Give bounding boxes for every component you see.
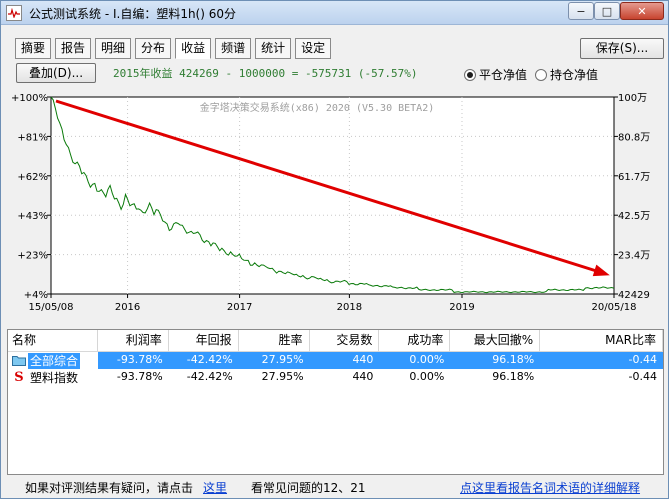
cell-max-drawdown: 96.18%	[492, 370, 535, 383]
equity-mode-radio-group: 平仓净值 持仓净值	[464, 66, 606, 83]
right-tick-label: 23.4万	[618, 251, 650, 262]
radio-flat-dot[interactable]	[464, 68, 476, 81]
left-tick-label: +23%	[17, 251, 48, 262]
left-tick-label: +4%	[24, 290, 48, 301]
col-annual-return[interactable]: 年回报	[169, 330, 239, 352]
tab-report[interactable]: 报告	[55, 38, 92, 59]
col-mar-ratio[interactable]: MAR比率	[540, 330, 663, 352]
row-name-label: 全部综合	[28, 352, 81, 369]
here-link[interactable]: 这里	[203, 479, 227, 496]
right-tick-label: 42429	[618, 290, 650, 301]
radio-hold-equity[interactable]: 持仓净值	[535, 66, 598, 83]
app-icon	[6, 5, 22, 21]
cell-success-rate: 0.00%	[409, 370, 445, 383]
col-trades[interactable]: 交易数	[310, 330, 380, 352]
left-tick-label: +43%	[17, 211, 48, 222]
table-header: 名称 利润率 年回报 胜率 交易数 成功率 最大回撤% MAR比率	[8, 330, 663, 352]
maximize-button[interactable]: □	[594, 2, 620, 20]
x-tick-label: 15/05/08	[29, 302, 74, 313]
tab-settings[interactable]: 设定	[295, 38, 332, 59]
x-tick-label: 2019	[449, 302, 474, 313]
chart-watermark: 金字塔决策交易系统(x86) 2020 (V5.30 BETA2)	[200, 101, 435, 114]
x-tick-label: 2017	[227, 302, 252, 313]
folder-icon	[12, 356, 26, 366]
left-tick-label: +81%	[17, 132, 48, 143]
tab-summary[interactable]: 摘要	[15, 38, 52, 59]
tab-distribution[interactable]: 分布	[135, 38, 172, 59]
right-tick-label: 80.8万	[618, 132, 650, 143]
x-tick-label: 2018	[337, 302, 362, 313]
cell-annual-return: -42.42%	[168, 352, 239, 369]
right-tick-label: 61.7万	[618, 172, 650, 183]
x-tick-label: 20/05/18	[592, 302, 637, 313]
overlay-button[interactable]: 叠加(D)...	[16, 63, 96, 83]
cell-success-rate: 0.00%	[379, 352, 451, 369]
row-name-cell: S 塑料指数	[8, 369, 98, 386]
cell-trades: 440	[309, 352, 380, 369]
cell-max-drawdown: 96.18%	[450, 352, 541, 369]
cell-win-rate: 27.95%	[261, 370, 304, 383]
close-button[interactable]: ✕	[620, 2, 664, 20]
right-tick-label: 42.5万	[618, 211, 650, 222]
right-tick-label: 100万	[618, 93, 647, 104]
tab-spectrum[interactable]: 频谱	[215, 38, 252, 59]
col-success-rate[interactable]: 成功率	[379, 330, 451, 352]
col-profit-rate[interactable]: 利润率	[98, 330, 169, 352]
radio-hold-label: 持仓净值	[550, 68, 599, 82]
save-button[interactable]: 保存(S)...	[580, 38, 664, 59]
cell-profit-rate: -93.78%	[97, 352, 169, 369]
app-window: 公式测试系统 - I.自编：塑料1h() 60分 − □ ✕ 摘要 报告 明细 …	[0, 0, 669, 499]
title-bar[interactable]: 公式测试系统 - I.自编：塑料1h() 60分 − □ ✕	[1, 1, 668, 25]
col-name[interactable]: 名称	[8, 330, 98, 352]
minimize-button[interactable]: −	[568, 2, 594, 20]
results-table: 名称 利润率 年回报 胜率 交易数 成功率 最大回撤% MAR比率 全部综合 -…	[7, 329, 664, 475]
col-max-drawdown[interactable]: 最大回撤%	[450, 330, 541, 352]
col-win-rate[interactable]: 胜率	[239, 330, 310, 352]
footer-question-text: 如果对评测结果有疑问，请点击	[25, 481, 194, 495]
equity-chart[interactable]: 金字塔决策交易系统(x86) 2020 (V5.30 BETA2) +100% +…	[7, 89, 664, 321]
return-summary: 2015年收益 424269 - 1000000 = -575731 (-57.…	[113, 67, 418, 80]
tab-statistics[interactable]: 统计	[255, 38, 292, 59]
symbol-s-icon: S	[14, 369, 24, 385]
footer-bar: 如果对评测结果有疑问，请点击 这里 看常见问题的12、21 点这里看报告名词术语…	[1, 479, 668, 499]
left-tick-label: +100%	[11, 93, 48, 104]
footer-faq-text: 看常见问题的12、21	[251, 481, 366, 495]
pulse-icon	[8, 8, 20, 18]
cell-annual-return: -42.42%	[186, 370, 233, 383]
tab-bar: 摘要 报告 明细 分布 收益 频谱 统计 设定	[15, 38, 335, 60]
window-title: 公式测试系统 - I.自编：塑料1h() 60分	[29, 7, 237, 21]
table-row[interactable]: 全部综合 -93.78% -42.42% 27.95% 440 0.00% 96…	[8, 352, 663, 369]
cell-win-rate: 27.95%	[238, 352, 310, 369]
tab-returns[interactable]: 收益	[175, 38, 212, 59]
equity-chart-panel: 金字塔决策交易系统(x86) 2020 (V5.30 BETA2) +100% +…	[7, 89, 664, 321]
cell-mar-ratio: -0.44	[628, 370, 657, 383]
table-row[interactable]: S 塑料指数 -93.78% -42.42% 27.95% 440 0.00% …	[8, 369, 663, 386]
radio-flat-label: 平仓净值	[479, 68, 528, 82]
left-tick-label: +62%	[17, 172, 48, 183]
radio-flat-equity[interactable]: 平仓净值	[464, 66, 527, 83]
cell-trades: 440	[352, 370, 374, 383]
radio-hold-dot[interactable]	[535, 68, 548, 81]
glossary-link[interactable]: 点这里看报告名词术语的详细解释	[460, 479, 640, 496]
tab-details[interactable]: 明细	[95, 38, 132, 59]
cell-mar-ratio: -0.44	[540, 352, 663, 369]
x-tick-label: 2016	[115, 302, 140, 313]
cell-profit-rate: -93.78%	[116, 370, 163, 383]
row-name-cell: 全部综合	[8, 352, 98, 369]
row-name-label: 塑料指数	[30, 370, 79, 385]
